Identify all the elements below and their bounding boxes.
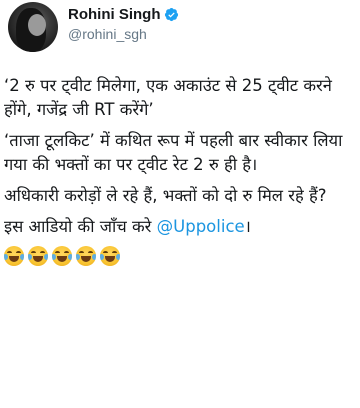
tweet-text: ‘2 रु पर ट्वीट मिलेगा, एक अकाउंट से 25 ट… bbox=[4, 74, 356, 266]
display-name-row: Rohini Singh bbox=[68, 4, 179, 24]
author-avatar[interactable] bbox=[8, 2, 58, 52]
verified-badge-icon bbox=[165, 7, 179, 21]
tweet-card: Rohini Singh @rohini_sgh ‘2 रु पर ट्वीट … bbox=[0, 0, 360, 408]
author-display-name[interactable]: Rohini Singh bbox=[68, 6, 160, 23]
mention-link[interactable]: @Uppolice bbox=[157, 217, 245, 236]
author-names: Rohini Singh @rohini_sgh bbox=[68, 4, 179, 42]
tears-of-joy-emoji-icon bbox=[100, 246, 120, 266]
tweet-paragraph-2: ‘ताजा टूलकिट’ में कथित रूप में पहली बार … bbox=[4, 131, 343, 174]
emoji-row bbox=[4, 246, 356, 266]
tweet-paragraph-1: ‘2 रु पर ट्वीट मिलेगा, एक अकाउंट से 25 ट… bbox=[4, 76, 332, 119]
tweet-paragraph-4-suffix: । bbox=[244, 217, 251, 236]
tears-of-joy-emoji-icon bbox=[28, 246, 48, 266]
tweet-paragraph-4: इस आडियो की जाँच करे @Uppolice। bbox=[4, 215, 356, 239]
tweet-paragraph-4-prefix: इस आडियो की जाँच करे bbox=[4, 217, 157, 236]
tears-of-joy-emoji-icon bbox=[52, 246, 72, 266]
tears-of-joy-emoji-icon bbox=[4, 246, 24, 266]
author-handle[interactable]: @rohini_sgh bbox=[68, 26, 179, 42]
avatar-face bbox=[28, 14, 46, 36]
tears-of-joy-emoji-icon bbox=[76, 246, 96, 266]
tweet-header: Rohini Singh @rohini_sgh bbox=[8, 0, 179, 56]
tweet-paragraph-3: अधिकारी करोड़ों ले रहे हैं, भक्तों को दो… bbox=[4, 186, 327, 205]
